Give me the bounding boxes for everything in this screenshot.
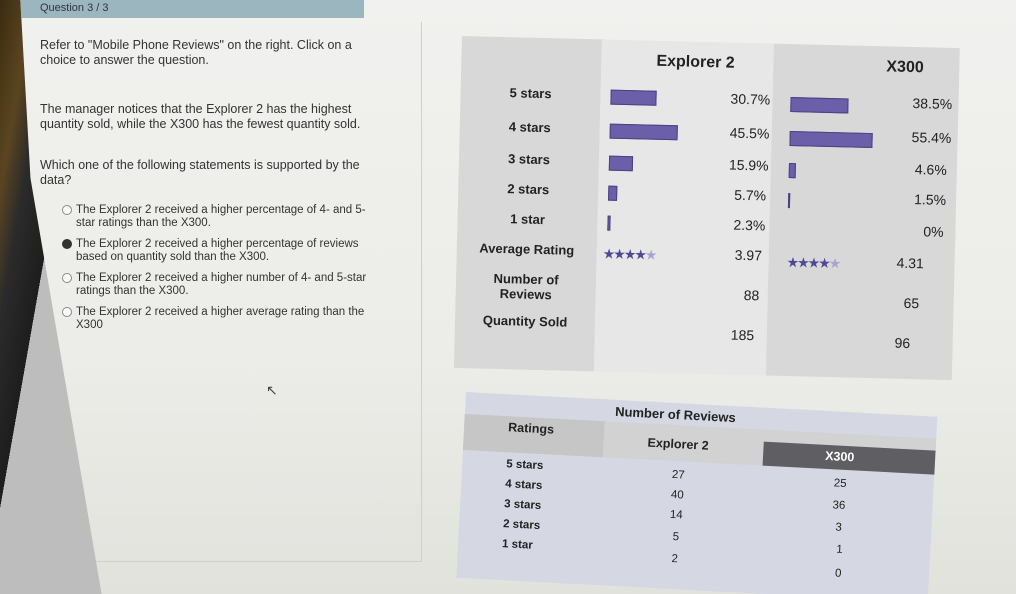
x300-sold: 96 bbox=[894, 334, 911, 352]
x300-count: 36 bbox=[832, 499, 846, 513]
x300-percent: 4.6% bbox=[914, 161, 947, 178]
x300-count: 1 bbox=[835, 543, 843, 556]
x300-count: 0 bbox=[834, 567, 842, 580]
explorer-percent: 15.9% bbox=[728, 156, 769, 174]
x300-percent: 1.5% bbox=[913, 191, 947, 208]
radio-button[interactable] bbox=[62, 273, 72, 283]
row-label: 2 stars bbox=[507, 181, 550, 198]
column-header-explorer: Explorer 2 bbox=[656, 52, 735, 72]
explorer-count: 27 bbox=[671, 468, 686, 482]
x300-percent: 0% bbox=[923, 223, 944, 240]
row-label: Average Rating bbox=[479, 240, 575, 258]
x300-count: 3 bbox=[835, 521, 843, 534]
row-label: 1 star bbox=[510, 211, 546, 228]
question-text: Which one of the following statements is… bbox=[40, 158, 360, 187]
explorer-count: 5 bbox=[672, 531, 680, 544]
notice-text: The manager notices that the Explorer 2 … bbox=[40, 102, 361, 131]
explorer-count: 2 bbox=[671, 552, 679, 566]
header-explorer: Explorer 2 bbox=[647, 435, 710, 453]
question-number-bar: Question 3 / 3 bbox=[20, 0, 364, 18]
answer-choice-4[interactable]: The Explorer 2 received a higher average… bbox=[62, 306, 376, 332]
header-x300: X300 bbox=[824, 448, 855, 465]
x300-star-rating-icon: ★★★★★ bbox=[786, 253, 840, 272]
choice-label: The Explorer 2 received a higher average… bbox=[76, 306, 365, 331]
mouse-cursor-icon: ↖ bbox=[266, 382, 278, 398]
explorer-star-rating-icon: ★★★★★ bbox=[602, 245, 656, 263]
column-header-x300: X300 bbox=[886, 58, 924, 77]
explorer-percent: 45.5% bbox=[729, 124, 770, 142]
explorer-bar bbox=[609, 123, 678, 141]
explorer-bar bbox=[608, 185, 618, 201]
row-label: 5 stars bbox=[509, 85, 552, 102]
explorer-bar bbox=[607, 215, 611, 231]
question-number: Question 3 / 3 bbox=[40, 2, 109, 14]
explorer-count: 14 bbox=[669, 508, 683, 522]
answer-choice-1[interactable]: The Explorer 2 received a higher percent… bbox=[62, 204, 376, 230]
intro-text: Refer to "Mobile Phone Reviews" on the r… bbox=[40, 38, 352, 67]
question-panel: Refer to "Mobile Phone Reviews" on the r… bbox=[30, 22, 422, 562]
radio-button[interactable] bbox=[62, 239, 72, 249]
number-of-reviews-table: Number of Reviews Ratings Explorer 2 X30… bbox=[456, 392, 938, 594]
rating-label: 4 stars bbox=[504, 478, 543, 493]
explorer-percent: 5.7% bbox=[734, 186, 767, 204]
x300-percent: 55.4% bbox=[911, 129, 952, 146]
explorer-percent: 2.3% bbox=[733, 216, 766, 234]
choice-label: The Explorer 2 received a higher percent… bbox=[76, 238, 359, 263]
screen: Question 3 / 3 Refer to "Mobile Phone Re… bbox=[20, 0, 1016, 594]
x300-count: 25 bbox=[833, 477, 847, 491]
explorer-sold: 185 bbox=[730, 326, 755, 344]
radio-button[interactable] bbox=[62, 205, 72, 215]
x300-bar bbox=[788, 163, 796, 179]
rating-label: 1 star bbox=[501, 538, 534, 552]
x300-bar bbox=[790, 97, 849, 114]
explorer-percent: 30.7% bbox=[730, 90, 771, 108]
answer-choice-3[interactable]: The Explorer 2 received a higher number … bbox=[62, 272, 376, 298]
choice-label: The Explorer 2 received a higher number … bbox=[76, 272, 367, 297]
row-label: Quantity Sold bbox=[482, 312, 568, 330]
explorer-average: 3.97 bbox=[734, 246, 763, 264]
x300-reviews: 65 bbox=[903, 294, 920, 312]
mobile-phone-reviews-table: Explorer 2 X300 5 stars 4 stars 3 stars … bbox=[453, 36, 960, 381]
explorer-count: 40 bbox=[670, 488, 684, 502]
x300-average: 4.31 bbox=[896, 254, 925, 272]
rating-label: 5 stars bbox=[505, 458, 544, 473]
explorer-bar bbox=[610, 89, 657, 106]
explorer-bar bbox=[608, 155, 634, 172]
x300-percent: 38.5% bbox=[912, 95, 953, 112]
rating-label: 3 stars bbox=[503, 498, 542, 513]
answer-choice-2[interactable]: The Explorer 2 received a higher percent… bbox=[62, 238, 376, 264]
x300-bar bbox=[789, 131, 873, 149]
row-label: 3 stars bbox=[507, 151, 551, 168]
choice-label: The Explorer 2 received a higher percent… bbox=[76, 204, 366, 229]
header-ratings: Ratings bbox=[507, 420, 555, 437]
explorer-reviews: 88 bbox=[743, 286, 760, 304]
x300-bar bbox=[787, 193, 791, 209]
row-label: 4 stars bbox=[508, 119, 551, 136]
radio-button[interactable] bbox=[62, 307, 72, 317]
row-label: Number of Reviews bbox=[493, 270, 559, 303]
rating-label: 2 stars bbox=[502, 518, 541, 533]
